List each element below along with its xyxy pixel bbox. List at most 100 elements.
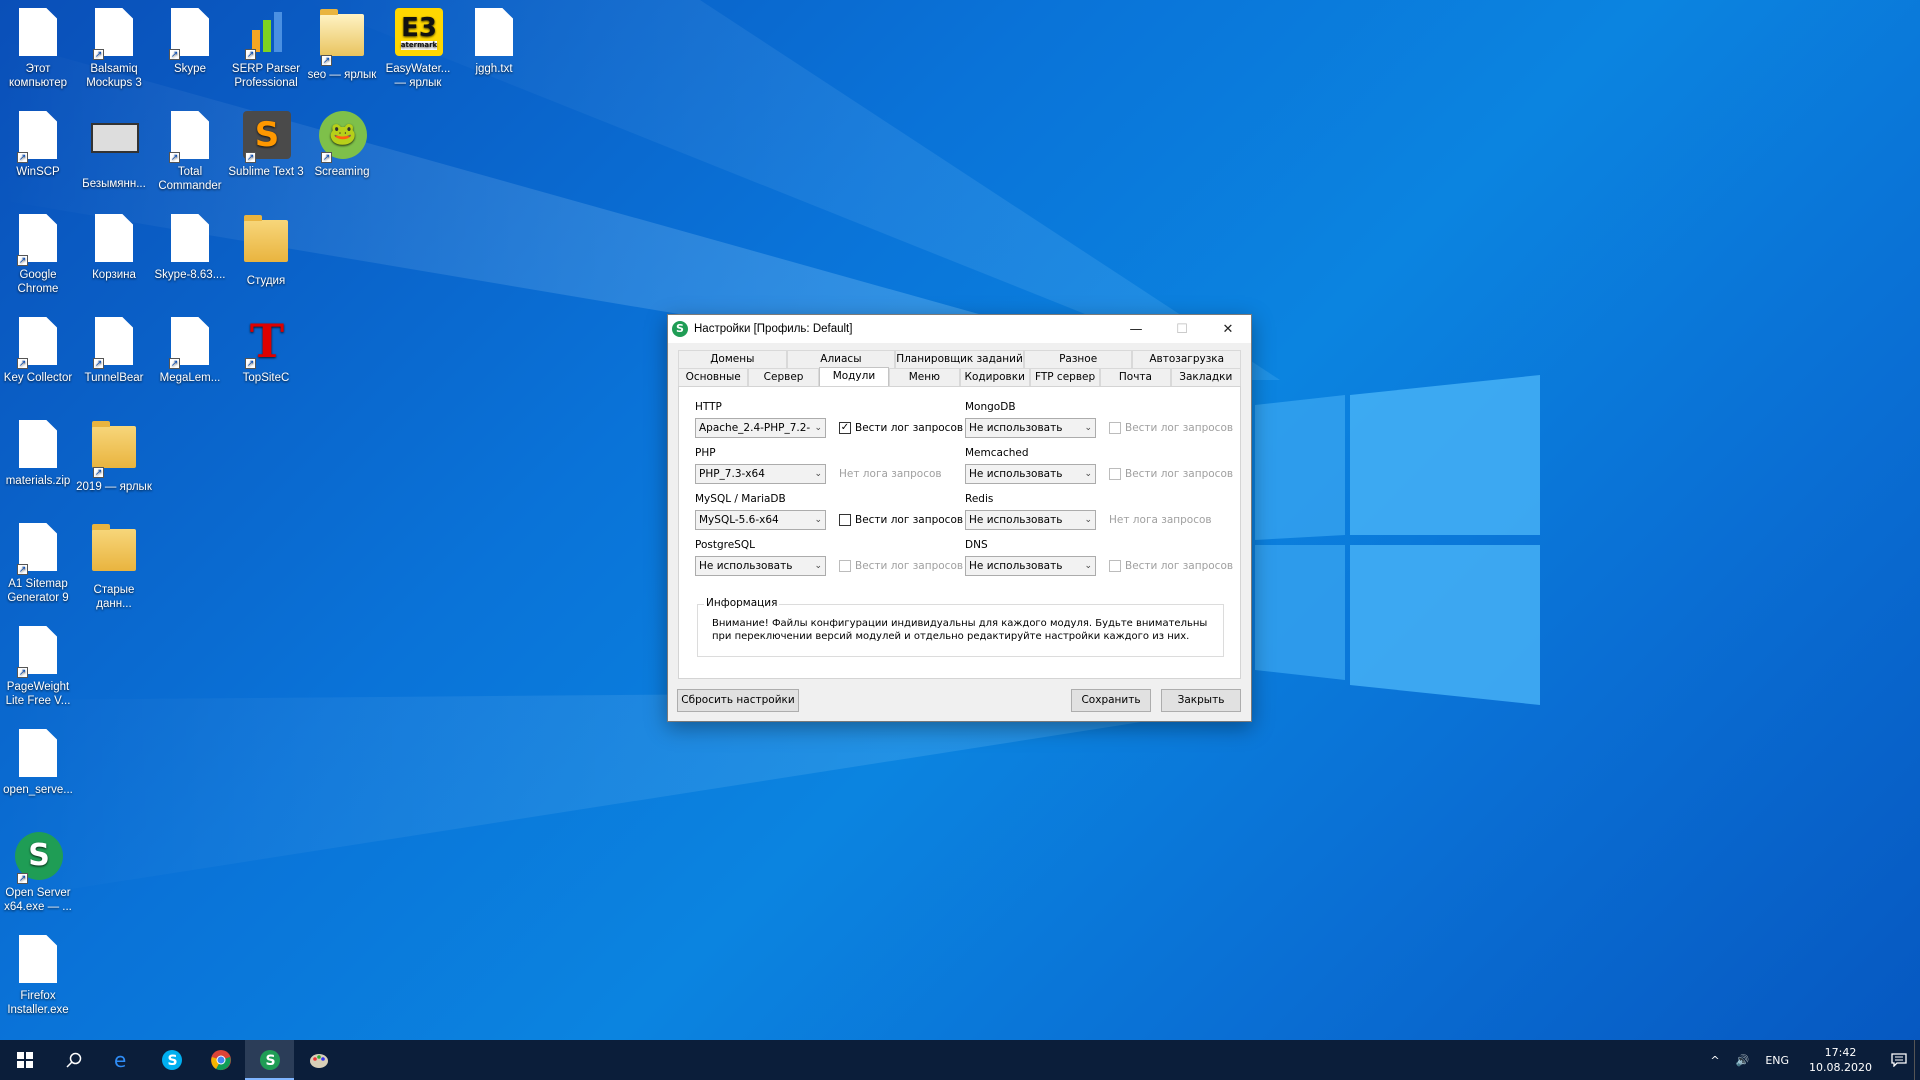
start-button[interactable]: [0, 1040, 49, 1080]
mysql-log-checkbox[interactable]: Вести лог запросов: [839, 514, 963, 526]
php-select[interactable]: PHP_7.3-x64 ⌄: [695, 464, 826, 484]
desktop-icon-total-commander[interactable]: ↗ Total Commander: [152, 111, 228, 193]
desktop-icon-recycle-bin[interactable]: Корзина: [76, 214, 152, 282]
desktop-icon-google-chrome[interactable]: ↗ Google Chrome: [0, 214, 76, 296]
tab-row2-5[interactable]: FTP сервер: [1029, 368, 1101, 386]
mongodb-log-checkbox: Вести лог запросов: [1109, 422, 1233, 434]
memcached-select[interactable]: Не использовать ⌄: [965, 464, 1096, 484]
close-button[interactable]: ✕: [1205, 315, 1251, 343]
desktop-icon-balsamiq[interactable]: ↗ Balsamiq Mockups 3: [76, 8, 152, 90]
desktop-icon-a1-sitemap[interactable]: ↗ A1 Sitemap Generator 9: [0, 523, 76, 605]
tab-row2-0[interactable]: Основные: [678, 368, 749, 386]
tab-row1-0[interactable]: Домены: [678, 350, 787, 368]
tab-row2-4[interactable]: Кодировки: [959, 368, 1030, 386]
action-center-button[interactable]: [1884, 1040, 1914, 1080]
winscp-icon: ↗: [15, 111, 61, 163]
desktop-icon-label: A1 Sitemap Generator 9: [7, 578, 69, 604]
tab-row2-7[interactable]: Закладки: [1170, 368, 1241, 386]
desktop-icon-firefox-installer[interactable]: Firefox Installer.exe: [0, 935, 76, 1017]
desktop-icon-label: Screaming: [314, 166, 370, 178]
reset-settings-button[interactable]: Сбросить настройки: [677, 689, 799, 712]
desktop-icon-label: Sublime Text 3: [228, 166, 304, 178]
screaming-frog-icon: 🐸 ↗: [319, 111, 367, 163]
tab-row1-2[interactable]: Планировщик заданий: [895, 350, 1024, 368]
tab-row2-3[interactable]: Меню: [889, 368, 960, 386]
desktop-icon-topsitec[interactable]: T ↗ TopSiteC: [228, 317, 304, 385]
desktop-icon-label: Skype-8.63....: [154, 269, 226, 281]
tab-row1-4[interactable]: Автозагрузка: [1132, 350, 1242, 368]
taskbar-skype[interactable]: S: [147, 1040, 196, 1080]
desktop-icon-label: MegaLem...: [159, 372, 221, 384]
desktop-icon-folder-2019[interactable]: ↗ 2019 — ярлык: [76, 420, 152, 494]
desktop-icon-untitled[interactable]: Безымянн...: [76, 111, 152, 191]
desktop-icon-label: PageWeight Lite Free V...: [5, 681, 71, 707]
skype-icon: ↗: [167, 8, 213, 60]
show-desktop-button[interactable]: [1914, 1040, 1920, 1080]
desktop-icon-this-pc[interactable]: Этот компьютер: [0, 8, 76, 90]
desktop-icon-label: SERP Parser Professional: [231, 63, 301, 89]
search-icon: [65, 1052, 81, 1068]
firefox-installer-icon: [15, 935, 61, 985]
desktop-icon-label: Студия: [246, 275, 286, 287]
desktop-icon-label: 2019 — ярлык: [76, 481, 152, 493]
desktop-icon-old-data-folder[interactable]: Старые данн...: [76, 523, 152, 611]
taskbar-edge[interactable]: e: [98, 1040, 147, 1080]
taskbar: e S S ^ 🔊 ENG 17:42 10.08.2020: [0, 1040, 1920, 1080]
dialog-close-button[interactable]: Закрыть: [1161, 689, 1241, 712]
volume-icon[interactable]: 🔊: [1736, 1054, 1750, 1067]
tab-row2-1[interactable]: Сервер: [748, 368, 819, 386]
tray-overflow-chevron-icon[interactable]: ^: [1710, 1054, 1719, 1067]
desktop-icon-easywatermark[interactable]: E3 atermark EasyWater... — ярлык: [380, 8, 456, 90]
save-button[interactable]: Сохранить: [1071, 689, 1151, 712]
desktop-icon-tunnelbear[interactable]: ↗ TunnelBear: [76, 317, 152, 385]
desktop-icon-skype-installer[interactable]: Skype-8.63....: [152, 214, 228, 282]
search-button[interactable]: [49, 1040, 98, 1080]
tab-row1-1[interactable]: Алиасы: [786, 350, 896, 368]
tab-row2-2[interactable]: Модули: [818, 367, 890, 387]
pgsql-select[interactable]: Не использовать ⌄: [695, 556, 826, 576]
desktop-icon-megalem[interactable]: ↗ MegaLem...: [152, 317, 228, 385]
taskbar-app[interactable]: [294, 1040, 343, 1080]
desktop-icon-open-server-file[interactable]: open_serve...: [0, 729, 76, 797]
http-select[interactable]: Apache_2.4-PHP_7.2- ⌄: [695, 418, 826, 438]
taskbar-openserver[interactable]: S: [245, 1040, 294, 1080]
pgsql-log-checkbox: Вести лог запросов: [839, 560, 963, 572]
minimize-button[interactable]: —: [1113, 315, 1159, 343]
desktop-icon-materials-zip[interactable]: materials.zip: [0, 420, 76, 488]
desktop-icon-screaming-frog[interactable]: 🐸 ↗ Screaming: [304, 111, 380, 179]
desktop-icon-seo-shortcut[interactable]: ↗ seo — ярлык: [304, 8, 380, 82]
mongodb-select[interactable]: Не использовать ⌄: [965, 418, 1096, 438]
language-indicator[interactable]: ENG: [1765, 1054, 1789, 1067]
php-log-text: Нет лога запросов: [839, 468, 942, 480]
serp-parser-icon: ↗: [243, 8, 289, 60]
untitled-icon: [91, 123, 139, 173]
desktop-icon-serp-parser[interactable]: ↗ SERP Parser Professional: [228, 8, 304, 90]
desktop-icon-label: Google Chrome: [17, 269, 59, 295]
dns-label: DNS: [965, 539, 988, 551]
desktop-icon-key-collector[interactable]: ↗ Key Collector: [0, 317, 76, 385]
tab-row1-3[interactable]: Разное: [1023, 350, 1133, 368]
clock[interactable]: 17:42 10.08.2020: [1809, 1045, 1872, 1075]
desktop-icon-pageweight[interactable]: ↗ PageWeight Lite Free V...: [0, 626, 76, 708]
settings-tabs: Домены Алиасы Планировщик заданий Разное Авт…: [678, 350, 1242, 387]
desktop-icon-skype[interactable]: ↗ Skype: [152, 8, 228, 76]
this-pc-icon: [15, 8, 61, 58]
desktop-icon-open-server-exe[interactable]: S ↗ Open Server x64.exe — ...: [0, 832, 76, 914]
taskbar-chrome[interactable]: [196, 1040, 245, 1080]
tab-row2-6[interactable]: Почта: [1100, 368, 1171, 386]
dialog-titlebar[interactable]: S Настройки [Профиль: Default] — ☐ ✕: [668, 315, 1251, 343]
desktop-icon-jggh-txt[interactable]: jggh.txt: [456, 8, 532, 76]
redis-select[interactable]: Не использовать ⌄: [965, 510, 1096, 530]
edge-icon: e: [114, 1049, 126, 1071]
mysql-select[interactable]: MySQL-5.6-x64 ⌄: [695, 510, 826, 530]
desktop-icon-studio-folder[interactable]: Студия: [228, 214, 304, 288]
desktop-icon-label: EasyWater... — ярлык: [385, 63, 451, 89]
desktop-icon-label: Skype: [174, 63, 206, 75]
open-server-exe-icon: S ↗: [15, 832, 63, 884]
desktop-icon-winscp[interactable]: ↗ WinSCP: [0, 111, 76, 179]
svg-text:S: S: [167, 1053, 177, 1069]
memcached-log-checkbox: Вести лог запросов: [1109, 468, 1233, 480]
dns-select[interactable]: Не использовать ⌄: [965, 556, 1096, 576]
http-log-checkbox[interactable]: ✓ Вести лог запросов: [839, 422, 963, 434]
desktop-icon-sublime-text[interactable]: S ↗ Sublime Text 3: [228, 111, 304, 179]
